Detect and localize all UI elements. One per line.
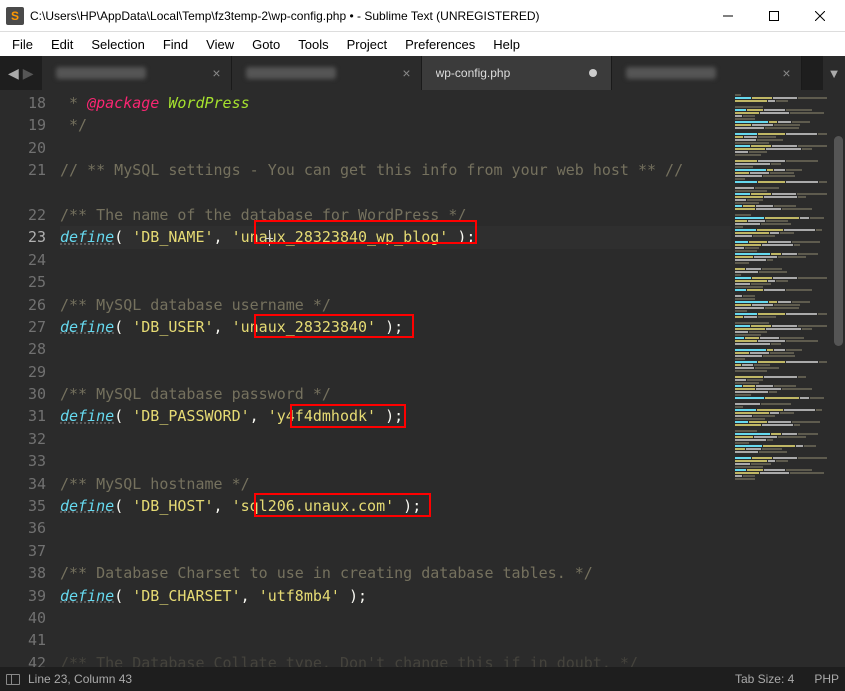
status-syntax[interactable]: PHP xyxy=(814,672,839,686)
tab-nav-arrows[interactable]: ◀ ▶ xyxy=(0,65,42,82)
code-line-23[interactable]: define( 'DB_NAME', 'unaux_28323840_wp_bl… xyxy=(60,226,731,248)
code-line-41[interactable] xyxy=(60,629,731,651)
menu-file[interactable]: File xyxy=(4,35,41,54)
code-line-26[interactable]: /** MySQL database username */ xyxy=(60,294,731,316)
code-line-22[interactable]: /** The name of the database for WordPre… xyxy=(60,204,731,226)
minimize-button[interactable] xyxy=(705,0,751,32)
window-title: C:\Users\HP\AppData\Local\Temp\fz3temp-2… xyxy=(30,9,705,23)
code-line-31[interactable]: define( 'DB_PASSWORD', 'y4f4dmhodk' ); xyxy=(60,405,731,427)
menu-project[interactable]: Project xyxy=(339,35,395,54)
minimap[interactable] xyxy=(731,90,831,667)
tab-close-icon[interactable]: × xyxy=(212,65,220,81)
code-line-25[interactable] xyxy=(60,271,731,293)
code-line-19[interactable]: */ xyxy=(60,114,731,136)
code-line-34[interactable]: /** MySQL hostname */ xyxy=(60,473,731,495)
tab-2[interactable]: wp-config.php xyxy=(422,56,612,90)
text-cursor-icon xyxy=(265,230,273,246)
titlebar: S C:\Users\HP\AppData\Local\Temp\fz3temp… xyxy=(0,0,845,32)
scrollbar-thumb[interactable] xyxy=(834,136,843,346)
vertical-scrollbar[interactable] xyxy=(831,90,845,667)
menu-selection[interactable]: Selection xyxy=(83,35,152,54)
code-line-42[interactable]: /** The Database Collate type. Don't cha… xyxy=(60,652,731,667)
code-line-27[interactable]: define( 'DB_USER', 'unaux_28323840' ); xyxy=(60,316,731,338)
menu-find[interactable]: Find xyxy=(155,35,196,54)
menubar: FileEditSelectionFindViewGotoToolsProjec… xyxy=(0,32,845,56)
code-line-21[interactable]: // ** MySQL settings - You can get this … xyxy=(60,159,700,204)
tab-strip: ◀ ▶ × × wp-config.php × ▼ xyxy=(0,56,845,90)
code-line-39[interactable]: define( 'DB_CHARSET', 'utf8mb4' ); xyxy=(60,585,731,607)
menu-tools[interactable]: Tools xyxy=(290,35,336,54)
app-icon: S xyxy=(6,7,24,25)
status-position[interactable]: Line 23, Column 43 xyxy=(28,672,132,686)
menu-view[interactable]: View xyxy=(198,35,242,54)
code-line-38[interactable]: /** Database Charset to use in creating … xyxy=(60,562,731,584)
code-line-33[interactable] xyxy=(60,450,731,472)
maximize-button[interactable] xyxy=(751,0,797,32)
code-line-35[interactable]: define( 'DB_HOST', 'sql206.unaux.com' ); xyxy=(60,495,731,517)
tab-close-icon[interactable]: × xyxy=(782,65,790,81)
code-line-29[interactable] xyxy=(60,361,731,383)
code-line-36[interactable] xyxy=(60,517,731,539)
editor-area: 1819202122232425262728293031323334353637… xyxy=(0,90,845,667)
menu-goto[interactable]: Goto xyxy=(244,35,288,54)
tab-0[interactable]: × xyxy=(42,56,232,90)
code-line-24[interactable] xyxy=(60,249,731,271)
close-button[interactable] xyxy=(797,0,843,32)
status-tab-size[interactable]: Tab Size: 4 xyxy=(735,672,794,686)
code-line-30[interactable]: /** MySQL database password */ xyxy=(60,383,731,405)
tab-dropdown-button[interactable]: ▼ xyxy=(823,56,845,90)
panel-switcher-icon[interactable] xyxy=(6,674,20,685)
code-line-28[interactable] xyxy=(60,338,731,360)
statusbar: Line 23, Column 43 Tab Size: 4 PHP xyxy=(0,667,845,691)
line-number-gutter[interactable]: 1819202122232425262728293031323334353637… xyxy=(0,90,60,667)
code-line-32[interactable] xyxy=(60,428,731,450)
tab-close-icon[interactable]: × xyxy=(402,65,410,81)
tab-prev-icon[interactable]: ◀ xyxy=(8,65,19,82)
code-line-40[interactable] xyxy=(60,607,731,629)
code-line-37[interactable] xyxy=(60,540,731,562)
dirty-indicator-icon xyxy=(589,69,597,77)
code-line-18[interactable]: * @package WordPress xyxy=(60,92,731,114)
tab-3[interactable]: × xyxy=(612,56,802,90)
tab-next-icon[interactable]: ▶ xyxy=(23,65,34,82)
code-line-20[interactable] xyxy=(60,137,731,159)
code-editor[interactable]: * @package WordPress */ // ** MySQL setti… xyxy=(60,90,731,667)
tab-label: wp-config.php xyxy=(436,66,589,80)
tab-1[interactable]: × xyxy=(232,56,422,90)
menu-help[interactable]: Help xyxy=(485,35,528,54)
menu-preferences[interactable]: Preferences xyxy=(397,35,483,54)
menu-edit[interactable]: Edit xyxy=(43,35,81,54)
